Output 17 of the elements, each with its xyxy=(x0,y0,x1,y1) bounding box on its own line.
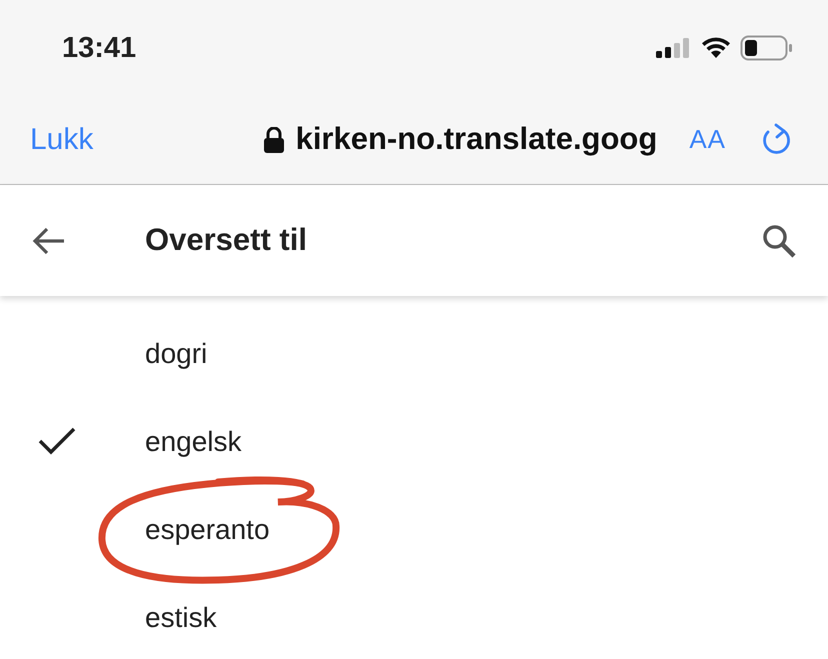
signal-icon xyxy=(656,38,692,58)
back-arrow-icon[interactable] xyxy=(32,226,66,256)
search-icon[interactable] xyxy=(762,224,796,258)
status-time: 13:41 xyxy=(62,30,136,66)
language-item[interactable]: dogri xyxy=(0,310,828,398)
language-item[interactable]: estisk xyxy=(0,574,828,659)
url-text[interactable]: kirken-no.translate.goog xyxy=(296,116,658,163)
language-name: estisk xyxy=(145,601,217,635)
wifi-icon xyxy=(700,36,732,60)
language-name: esperanto xyxy=(145,513,270,547)
lock-icon xyxy=(264,126,284,152)
language-item[interactable]: esperanto xyxy=(0,486,828,574)
language-name: engelsk xyxy=(145,425,242,459)
language-item[interactable]: engelsk xyxy=(0,398,828,486)
language-name: dogri xyxy=(145,337,208,371)
battery-icon xyxy=(740,34,794,60)
page-title: Oversett til xyxy=(145,221,307,260)
